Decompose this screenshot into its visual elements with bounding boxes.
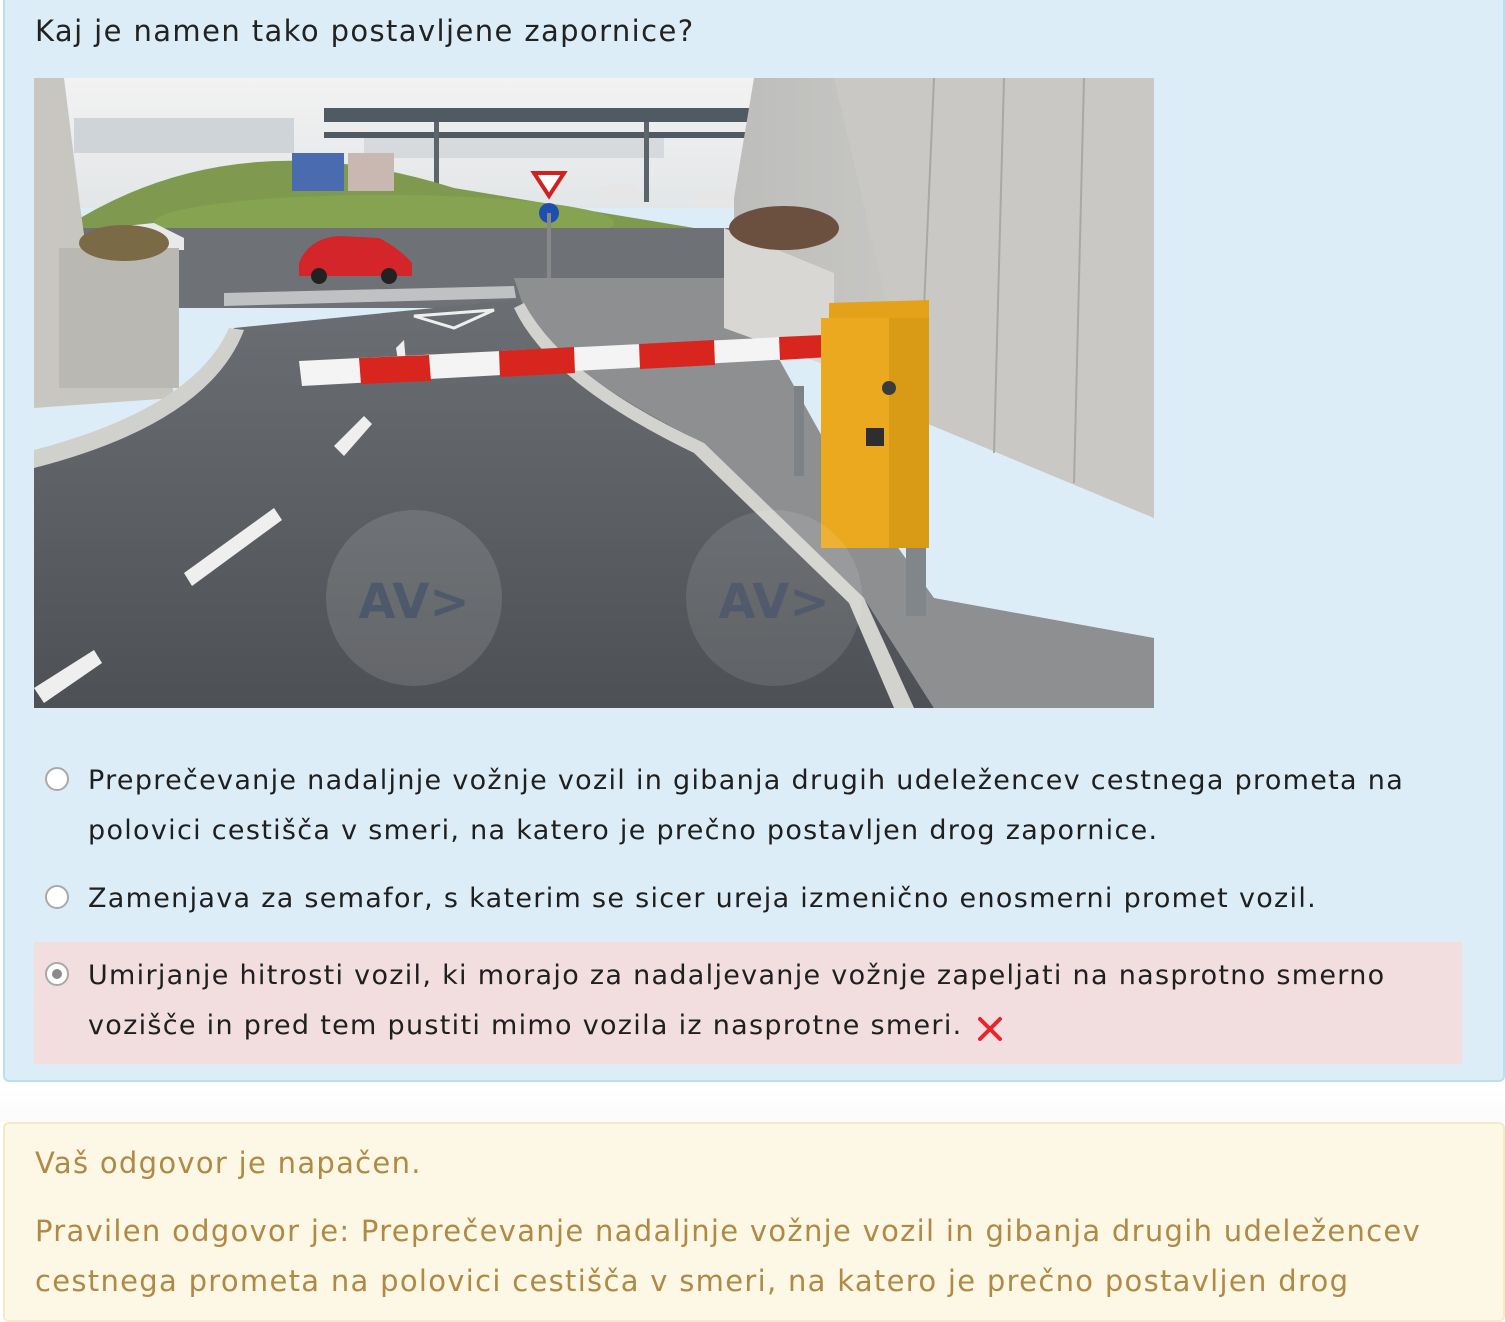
- answer-options: Preprečevanje nadaljnje vožnje vozil in …: [34, 756, 1462, 1064]
- answer-option-1[interactable]: Preprečevanje nadaljnje vožnje vozil in …: [34, 756, 1462, 856]
- answer-option-3[interactable]: Umirjanje hitrosti vozil, ki morajo za n…: [34, 942, 1462, 1064]
- feedback-card: Vaš odgovor je napačen. Pravilen odgovor…: [3, 1122, 1505, 1322]
- feedback-correct-answer: Pravilen odgovor je: Preprečevanje nadal…: [35, 1214, 1422, 1298]
- answer-radio-2[interactable]: [45, 885, 69, 909]
- feedback-incorrect: Vaš odgovor je napačen.: [35, 1146, 422, 1180]
- answer-radio-1[interactable]: [45, 767, 69, 791]
- question-text: Kaj je namen tako postavljene zapornice?: [35, 14, 695, 48]
- answer-label-3: Umirjanje hitrosti vozil, ki morajo za n…: [88, 960, 1386, 1041]
- answer-label-1: Preprečevanje nadaljnje vožnje vozil in …: [88, 765, 1405, 846]
- watermark-logo-1: AV>: [358, 574, 469, 630]
- separator: [0, 1088, 1505, 1122]
- answer-label-2: Zamenjava za semafor, s katerim se sicer…: [88, 883, 1318, 914]
- answer-option-2[interactable]: Zamenjava za semafor, s katerim se sicer…: [34, 874, 1462, 924]
- close-icon: [977, 1017, 1002, 1041]
- question-card: Kaj je namen tako postavljene zapornice?: [3, 0, 1505, 1082]
- answer-radio-3[interactable]: [45, 962, 69, 986]
- question-photo: AV> AV>: [34, 78, 1154, 708]
- watermark-logo-2: AV>: [718, 574, 829, 630]
